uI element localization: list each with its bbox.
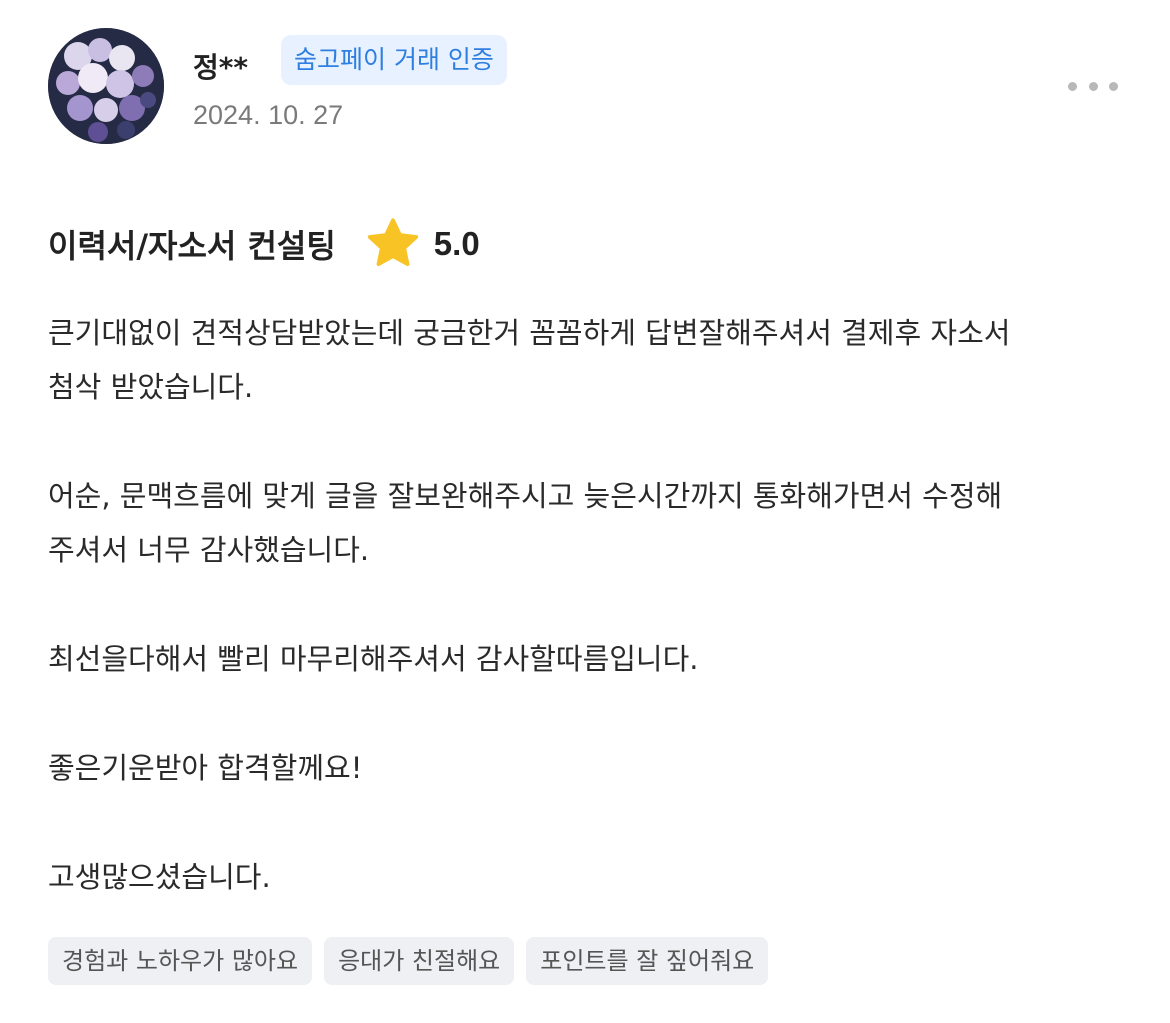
avatar[interactable] xyxy=(48,28,164,144)
review-tag: 포인트를 잘 짚어줘요 xyxy=(526,937,769,985)
review-paragraph: 좋은기운받아 합격할께요! xyxy=(48,751,363,785)
review-card: 정** 숨고페이 거래 인증 2024. 10. 27 이력서/자소서 컨설팅 … xyxy=(0,0,1170,1023)
more-horizontal-icon xyxy=(1109,81,1118,91)
more-horizontal-icon xyxy=(1088,81,1098,91)
star-icon xyxy=(367,218,418,266)
service-rating-row: 이력서/자소서 컨설팅 5.0 xyxy=(48,212,480,276)
review-paragraph: 큰기대없이 견적상담받았는데 궁금한거 꼼꼼하게 답변잘해주셔서 결제후 자소서… xyxy=(48,316,1011,404)
review-body: 큰기대없이 견적상담받았는데 궁금한거 꼼꼼하게 답변잘해주셔서 결제후 자소서… xyxy=(48,306,1128,959)
service-title: 이력서/자소서 컨설팅 xyxy=(48,227,336,265)
review-paragraph: 어순, 문맥흐름에 맞게 글을 잘보완해주시고 늦은시간까지 통화해가면서 수정… xyxy=(48,479,1003,567)
review-date: 2024. 10. 27 xyxy=(193,100,344,130)
review-tags: 경험과 노하우가 많아요 응대가 친절해요 포인트를 잘 짚어줘요 xyxy=(48,937,769,985)
review-tag: 경험과 노하우가 많아요 xyxy=(48,937,313,985)
review-paragraph: 최선을다해서 빨리 마무리해주셔서 감사할따름입니다. xyxy=(48,642,699,676)
review-header: 정** 숨고페이 거래 인증 2024. 10. 27 xyxy=(48,28,1122,148)
review-paragraph: 고생많으셨습니다. xyxy=(48,860,271,894)
author-name: 정** xyxy=(193,51,249,84)
rating-value: 5.0 xyxy=(433,225,480,262)
avatar-flowers-image xyxy=(48,28,164,144)
payment-verified-badge: 숨고페이 거래 인증 xyxy=(281,35,507,85)
more-horizontal-icon xyxy=(1068,81,1077,91)
more-options-button[interactable] xyxy=(1068,76,1118,96)
review-tag: 응대가 친절해요 xyxy=(324,937,515,985)
